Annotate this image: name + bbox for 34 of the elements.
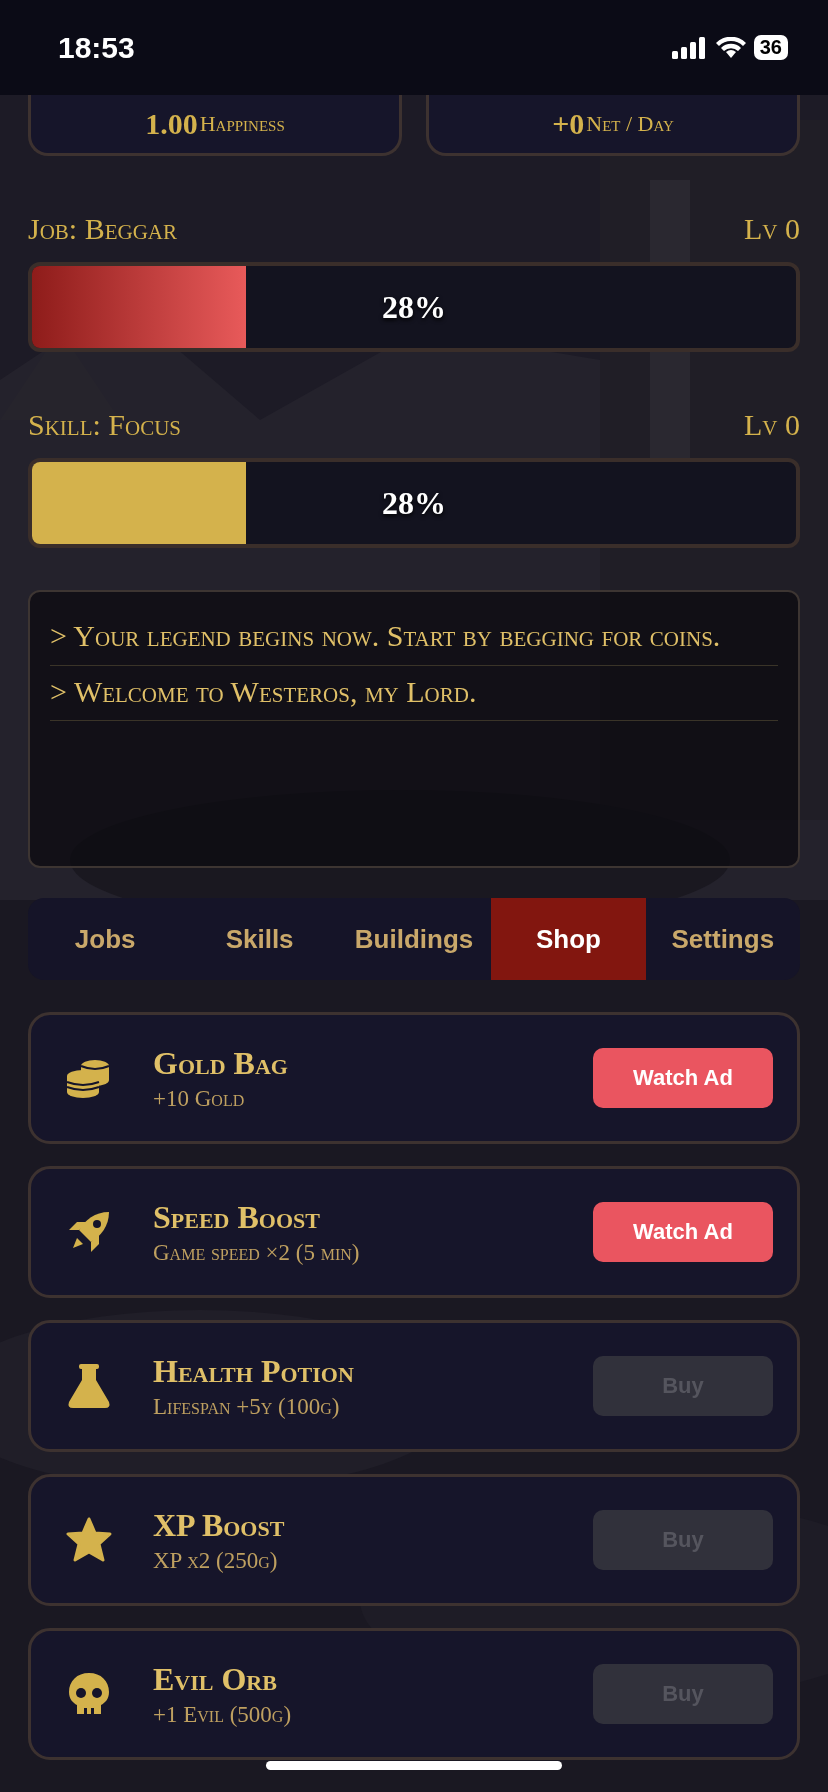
progress-percent: 28%: [382, 484, 446, 522]
progress-label: Job: Beggar: [28, 212, 178, 246]
action-button[interactable]: Watch Ad: [593, 1048, 773, 1108]
item-description: Game speed ×2 (5 min): [153, 1239, 361, 1266]
signal-icon: [671, 36, 708, 59]
tab[interactable]: Jobs: [28, 898, 183, 980]
progress-label: Skill: Focus: [28, 408, 182, 442]
tab[interactable]: Buildings: [336, 898, 492, 980]
wifi-icon: [715, 36, 746, 59]
tab[interactable]: Shop: [491, 898, 646, 980]
item-description: Lifespan +5y (100g): [153, 1393, 341, 1420]
battery-icon: 36: [753, 35, 788, 60]
item-name: Speed Boost: [153, 1198, 321, 1236]
item-name: Health Potion: [153, 1352, 355, 1390]
item-description: +1 Evil (500g): [153, 1701, 293, 1728]
stat-value: 1.00: [145, 107, 198, 141]
action-button[interactable]: Watch Ad: [593, 1202, 773, 1262]
stat-label: Happiness: [199, 111, 285, 137]
progress-percent: 28%: [382, 288, 446, 326]
stat-value: +0: [552, 107, 585, 141]
log-message: > Your legend begins now. Start by begging for coins.: [50, 619, 721, 652]
item-description: XP x2 (250g): [153, 1547, 279, 1574]
level-label: Lv 0: [744, 212, 800, 246]
item-name: XP Boost: [153, 1506, 286, 1544]
log-message: > Welcome to Westeros, my Lord.: [50, 674, 477, 708]
tab[interactable]: Settings: [645, 898, 800, 980]
tab[interactable]: Skills: [182, 898, 337, 980]
level-label: Lv 0: [744, 408, 800, 442]
item-name: Gold Bag: [153, 1044, 289, 1082]
stat-label: Net / Day: [586, 111, 674, 137]
item-name: Evil Orb: [153, 1660, 278, 1698]
star-icon: [65, 1516, 113, 1564]
clock: 18:53: [58, 30, 135, 65]
item-description: +10 Gold: [153, 1085, 246, 1112]
